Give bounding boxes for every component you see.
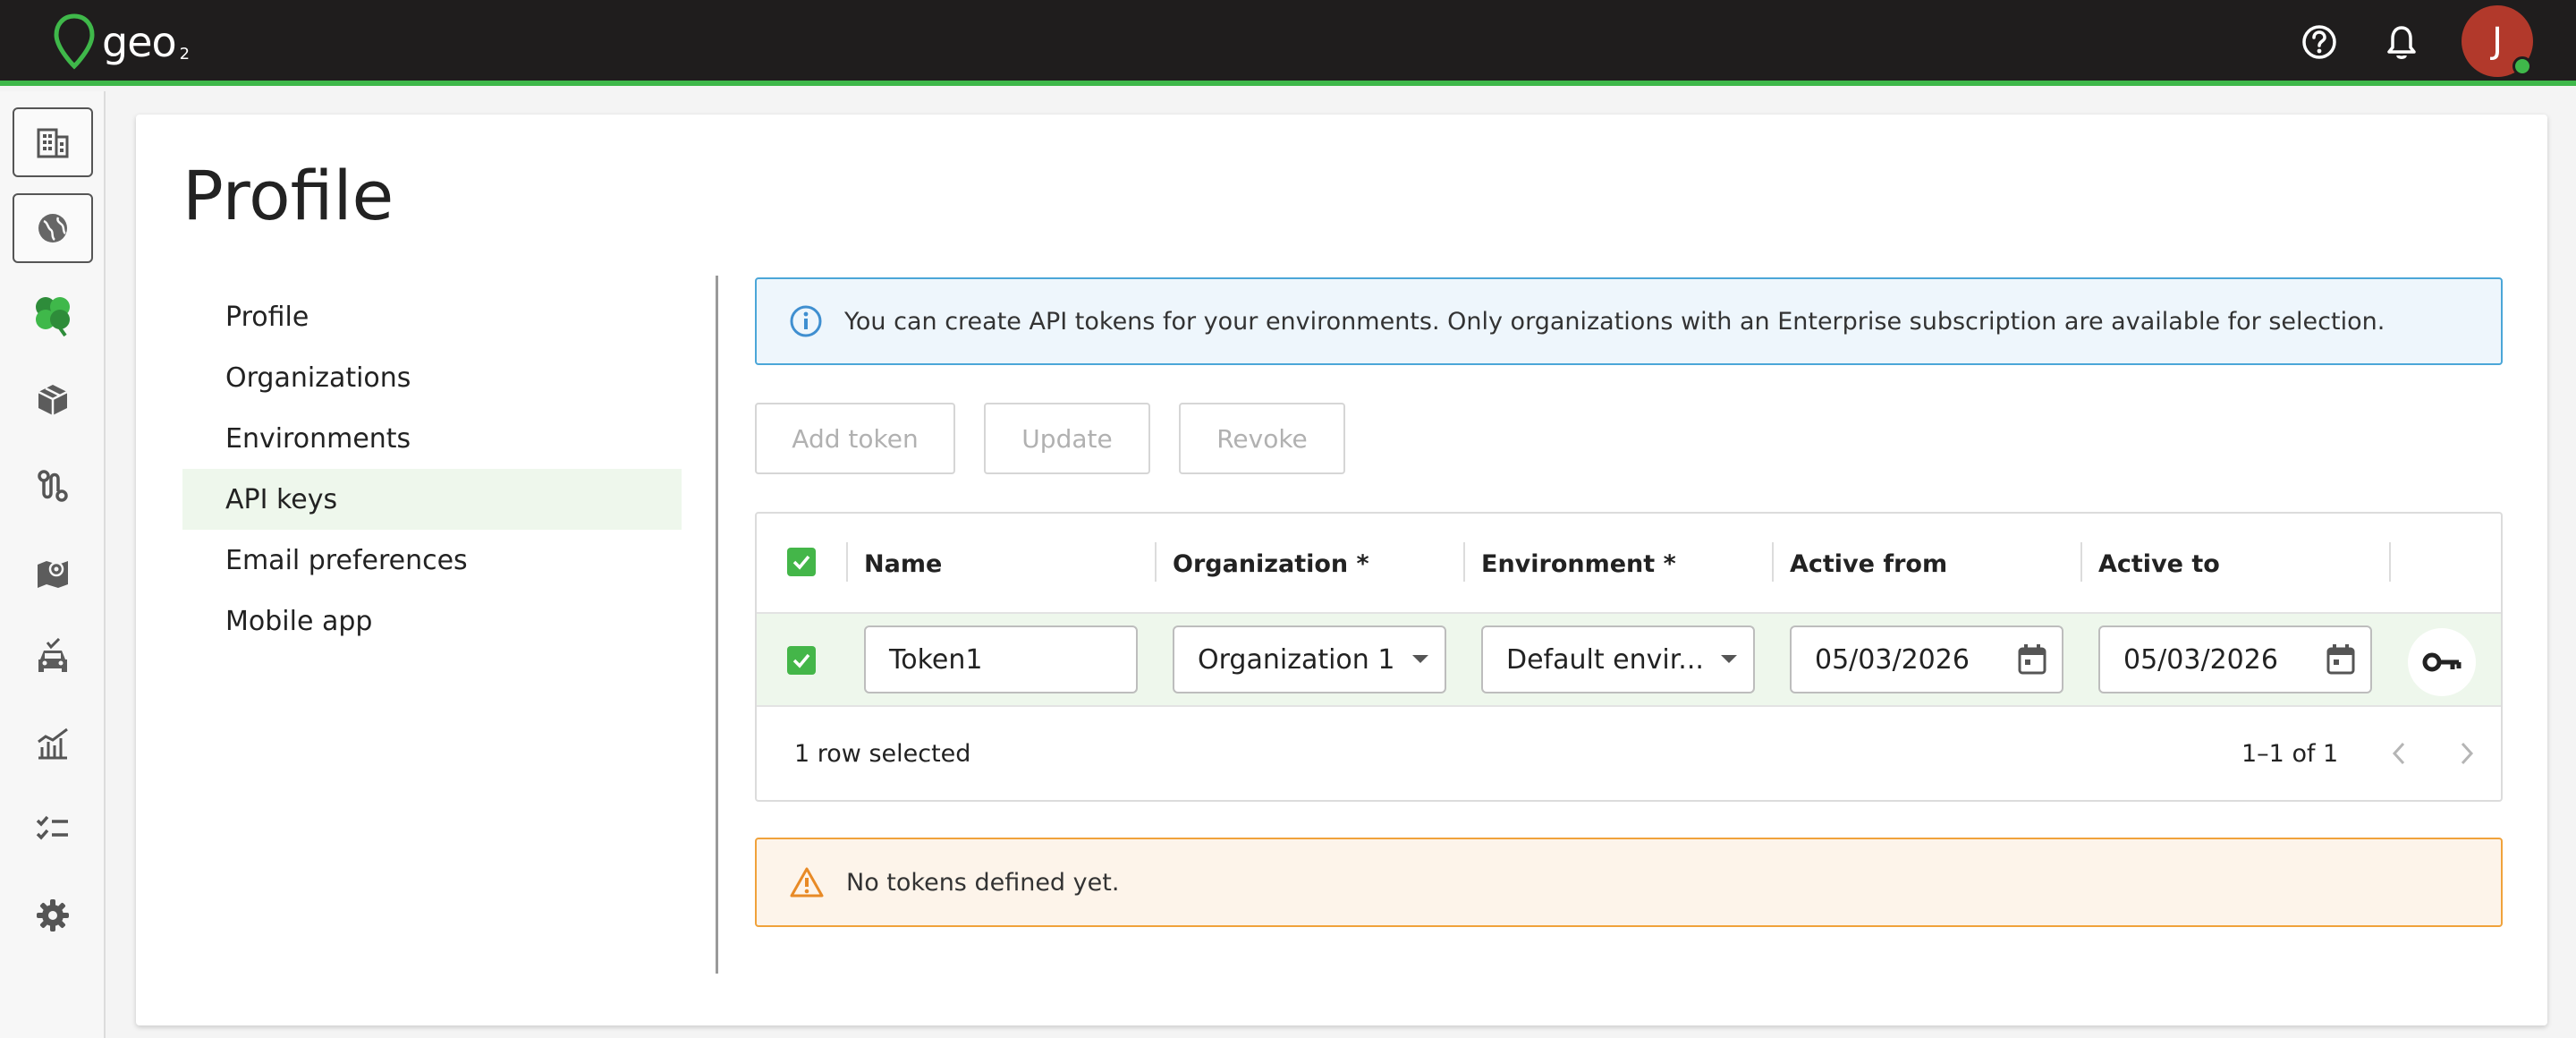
previous-page-button[interactable] [2383, 737, 2415, 770]
rail-tasks[interactable] [13, 795, 93, 864]
analytics-icon [38, 727, 68, 760]
revoke-button[interactable]: Revoke [1179, 403, 1345, 474]
warning-text: No tokens defined yet. [846, 868, 1120, 897]
key-icon [2422, 652, 2462, 672]
generate-key-button[interactable] [2408, 628, 2476, 696]
table-row[interactable]: Token1 Organization 1 Default envir... 0… [757, 614, 2501, 707]
api-keys-panel: You can create API tokens for your envir… [755, 277, 2503, 927]
profile-card: Profile Profile Organizations Environmen… [136, 115, 2547, 1025]
next-page-button[interactable] [2451, 737, 2483, 770]
rail-packages[interactable] [13, 365, 93, 435]
column-separator [2389, 542, 2391, 582]
page-title: Profile [182, 156, 394, 235]
table-footer: 1 row selected 1–1 of 1 [757, 707, 2501, 800]
column-separator [846, 542, 848, 582]
update-button[interactable]: Update [984, 403, 1150, 474]
building-icon [37, 128, 69, 158]
chevron-left-icon [2392, 742, 2405, 765]
vehicle-icon [38, 638, 67, 672]
tokens-table: Name Organization * Environment * Active… [755, 512, 2503, 802]
organization-value: Organization 1 [1198, 643, 1395, 676]
rail-routes[interactable] [13, 451, 93, 521]
top-bar: geo 2 J [0, 0, 2576, 86]
rail-globe[interactable] [13, 193, 93, 263]
rail-vehicles[interactable] [13, 623, 93, 693]
column-separator [1772, 542, 1774, 582]
location-pin-icon [54, 13, 95, 70]
checklist-icon [36, 815, 68, 840]
column-separator [1463, 542, 1465, 582]
rail-building[interactable] [13, 107, 93, 177]
environment-select[interactable]: Default envir... [1481, 625, 1755, 693]
help-icon[interactable] [2299, 21, 2340, 63]
column-separator [2080, 542, 2082, 582]
active-from-value: 05/03/2026 [1815, 643, 1970, 676]
nav-item-profile[interactable]: Profile [182, 286, 682, 347]
pagination-range: 1–1 of 1 [2241, 739, 2339, 768]
nav-item-environments[interactable]: Environments [182, 408, 682, 469]
column-header-active-from[interactable]: Active from [1790, 514, 1947, 614]
profile-nav: Profile Organizations Environments API k… [182, 286, 682, 651]
calendar-icon[interactable] [2326, 627, 2356, 692]
left-rail [0, 91, 106, 1038]
nav-item-organizations[interactable]: Organizations [182, 347, 682, 408]
environment-value: Default envir... [1506, 643, 1704, 676]
column-header-organization[interactable]: Organization * [1173, 514, 1369, 614]
online-status-dot [2512, 56, 2532, 76]
vertical-divider [716, 276, 718, 974]
table-header: Name Organization * Environment * Active… [757, 514, 2501, 614]
route-icon [38, 470, 68, 502]
globe-icon [38, 214, 67, 242]
logo-subscript: 2 [179, 44, 191, 64]
rail-clover[interactable] [13, 279, 93, 349]
check-icon [792, 555, 810, 570]
rail-settings[interactable] [13, 881, 93, 950]
bell-icon[interactable] [2381, 21, 2422, 63]
column-separator [1155, 542, 1157, 582]
settings-icon [37, 899, 69, 932]
add-token-button[interactable]: Add token [755, 403, 955, 474]
calendar-icon[interactable] [2017, 627, 2047, 692]
logo-text: geo [102, 18, 177, 66]
package-icon [38, 385, 68, 415]
nav-item-email-preferences[interactable]: Email preferences [182, 530, 682, 591]
info-icon [790, 305, 822, 337]
token-name-input[interactable]: Token1 [864, 625, 1138, 693]
active-from-date-input[interactable]: 05/03/2026 [1790, 625, 2063, 693]
warning-alert: No tokens defined yet. [755, 838, 2503, 927]
nav-item-mobile-app[interactable]: Mobile app [182, 591, 682, 651]
column-header-active-to[interactable]: Active to [2098, 514, 2220, 614]
clover-icon [36, 297, 70, 337]
chevron-right-icon [2461, 742, 2474, 765]
app-logo[interactable]: geo 2 [52, 13, 190, 72]
row-checkbox[interactable] [787, 646, 816, 675]
check-icon [792, 653, 810, 668]
info-text: You can create API tokens for your envir… [844, 307, 2385, 336]
rail-map[interactable] [13, 537, 93, 607]
active-to-date-input[interactable]: 05/03/2026 [2098, 625, 2372, 693]
info-alert: You can create API tokens for your envir… [755, 277, 2503, 365]
chevron-down-icon [1411, 627, 1430, 692]
warning-icon [790, 867, 824, 898]
rail-analytics[interactable] [13, 709, 93, 778]
token-toolbar: Add token Update Revoke [755, 403, 2503, 474]
map-pin-icon [38, 561, 68, 588]
column-header-name[interactable]: Name [864, 514, 942, 614]
column-header-environment[interactable]: Environment * [1481, 514, 1676, 614]
selection-count: 1 row selected [794, 739, 971, 768]
nav-item-api-keys[interactable]: API keys [182, 469, 682, 530]
active-to-value: 05/03/2026 [2123, 643, 2278, 676]
organization-select[interactable]: Organization 1 [1173, 625, 1446, 693]
chevron-down-icon [1719, 627, 1739, 692]
select-all-checkbox[interactable] [787, 548, 816, 576]
